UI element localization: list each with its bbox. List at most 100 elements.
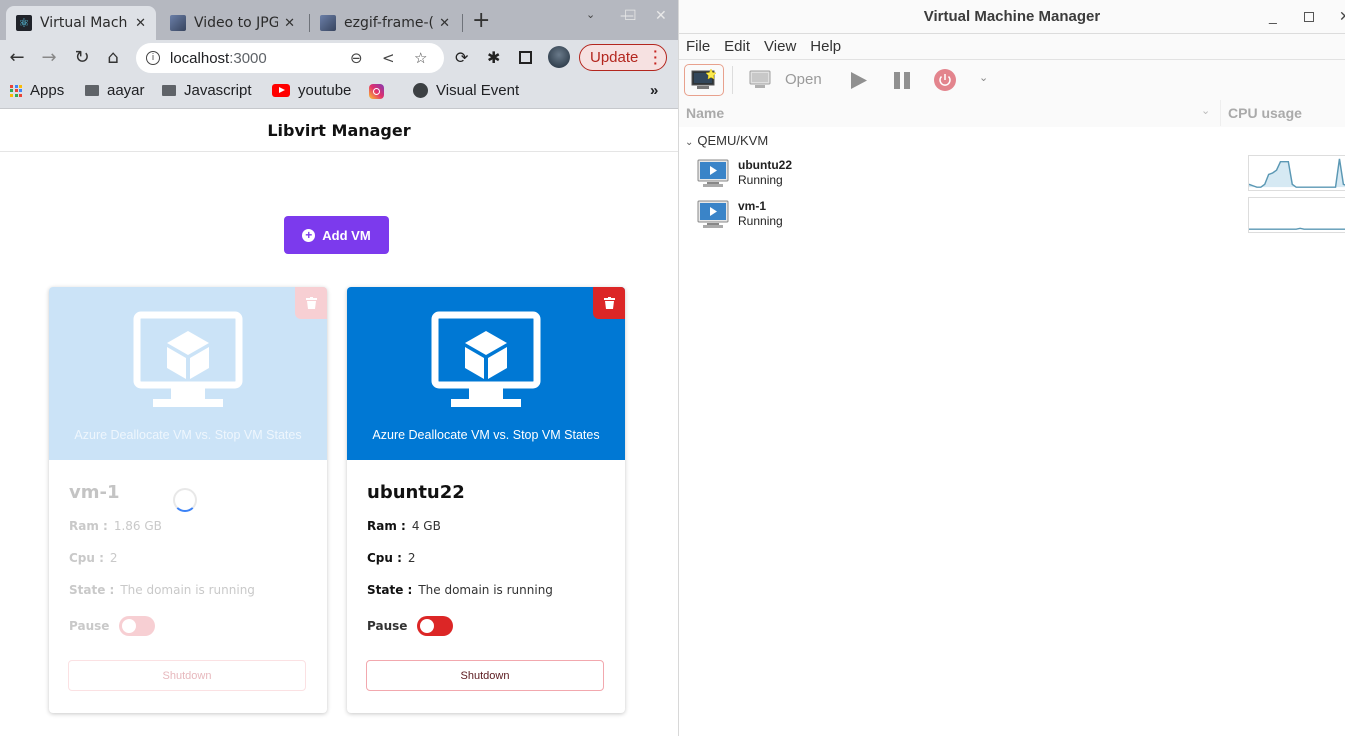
tab-video-to-jpg[interactable]: Video to JPG ✕ — [160, 6, 305, 40]
column-cpu-usage[interactable]: CPU usage — [1228, 105, 1302, 121]
sort-chevron-icon[interactable]: ⌄ — [1201, 104, 1210, 117]
page-title: Libvirt Manager — [0, 110, 678, 152]
tab-search-icon[interactable]: ⌄ — [586, 8, 595, 21]
menu-view[interactable]: View — [764, 38, 796, 55]
vm-card: Azure Deallocate VM vs. Stop VM States u… — [347, 287, 625, 713]
new-vm-button[interactable] — [684, 64, 724, 96]
connection-qemu-kvm[interactable]: ⌄ QEMU/KVM — [685, 133, 768, 148]
vm-name: ubuntu22 — [367, 482, 465, 503]
delete-vm-button[interactable] — [593, 287, 625, 319]
close-window-icon[interactable]: ✕ — [655, 8, 667, 24]
bookmark-instagram[interactable] — [369, 84, 384, 99]
add-vm-button[interactable]: + Add VM — [284, 216, 389, 254]
open-console-monitor-icon[interactable] — [749, 70, 771, 90]
maximize-icon[interactable] — [1304, 12, 1314, 22]
maximize-icon[interactable]: ☐ — [624, 8, 637, 24]
update-button[interactable]: Update · · · — [579, 44, 667, 71]
bookmark-label: Javascript — [184, 82, 252, 99]
bookmark-aayar[interactable]: aayar — [85, 82, 145, 99]
pause-row: Pause — [69, 615, 307, 637]
pause-label: Pause — [69, 619, 110, 633]
vm-status: Running — [738, 214, 783, 228]
shutdown-power-icon[interactable] — [934, 69, 956, 91]
vmm-titlebar: Virtual Machine Manager _ ✕ — [679, 0, 1345, 34]
run-play-icon[interactable] — [851, 72, 867, 89]
column-name[interactable]: Name — [686, 105, 724, 121]
vm-list-item[interactable]: vm-1 Running — [697, 197, 1345, 238]
bookmark-apps[interactable]: Apps — [10, 82, 64, 99]
menu-help[interactable]: Help — [810, 38, 841, 55]
bookmark-label: Visual Event — [436, 82, 520, 99]
vm-card-image: Azure Deallocate VM vs. Stop VM States — [347, 287, 625, 460]
cpu-graph-area — [1249, 158, 1345, 188]
reload-icon[interactable]: ↻ — [71, 47, 93, 68]
zoom-icon[interactable]: ⊖ — [350, 49, 363, 67]
address-bar[interactable]: i localhost:3000 ⊖ < ☆ — [136, 43, 444, 73]
state-label: State : — [69, 583, 115, 597]
site-info-icon[interactable]: i — [146, 51, 160, 65]
ram-row: Ram : 1.86 GB — [69, 519, 307, 534]
trash-icon — [603, 297, 615, 309]
running-vm-monitor-icon — [697, 159, 729, 187]
menu-kebab-icon[interactable]: · · · — [653, 44, 658, 70]
pause-toggle[interactable] — [417, 616, 454, 636]
bookmarks-bar: Apps aayar Javascript youtube Visual Eve… — [0, 75, 678, 109]
vmm-window: Virtual Machine Manager _ ✕ File Edit Vi… — [678, 0, 1345, 736]
forward-icon[interactable]: → — [38, 47, 60, 68]
minimize-icon[interactable]: _ — [1269, 8, 1277, 24]
share-icon[interactable]: < — [382, 49, 395, 67]
extensions-puzzle-icon[interactable]: ✱ — [487, 48, 500, 67]
delete-vm-button[interactable] — [295, 287, 327, 319]
new-tab-button[interactable]: + — [472, 8, 490, 33]
close-tab-icon[interactable]: ✕ — [439, 16, 450, 31]
image-caption: Azure Deallocate VM vs. Stop VM States — [74, 428, 302, 442]
menu-file[interactable]: File — [686, 38, 710, 55]
tab-ezgif-frame[interactable]: ezgif-frame-( ✕ — [310, 6, 460, 40]
bookmark-youtube[interactable]: youtube — [272, 82, 351, 99]
browser-window: ⚛ Virtual Mach ✕ Video to JPG ✕ ezgif-fr… — [0, 0, 678, 736]
pause-toggle[interactable] — [119, 616, 156, 636]
bookmark-javascript[interactable]: Javascript — [162, 82, 252, 99]
vm-card-body: ubuntu22 Ram : 4 GB Cpu : 2 State : The dom… — [347, 460, 625, 637]
profile-avatar[interactable] — [548, 46, 570, 68]
globe-icon — [413, 83, 428, 98]
browser-toolbar: ← → ↻ ⌂ i localhost:3000 ⊖ < ☆ ⟳ ✱ Updat… — [0, 40, 678, 75]
back-icon[interactable]: ← — [6, 47, 28, 68]
pause-row: Pause — [367, 615, 605, 637]
monitor-cube-icon — [431, 311, 541, 407]
vm-list-header: Name ⌄ CPU usage — [679, 100, 1345, 126]
bookmark-star-icon[interactable]: ☆ — [414, 49, 427, 67]
vm-card: Azure Deallocate VM vs. Stop VM States v… — [49, 287, 327, 713]
tab-virtual-machine-manager[interactable]: ⚛ Virtual Mach ✕ — [6, 6, 156, 40]
shutdown-menu-chevron-icon[interactable]: ⌄ — [979, 71, 988, 84]
shutdown-button[interactable]: Shutdown — [366, 660, 604, 691]
tab-title: Video to JPG — [194, 15, 279, 31]
react-icon: ⚛ — [16, 15, 32, 31]
pause-icon[interactable] — [894, 72, 910, 89]
monitor-cube-icon — [133, 311, 243, 407]
state-row: State : The domain is running — [69, 583, 307, 598]
cpu-value: 2 — [407, 551, 416, 565]
expand-chevron-icon[interactable]: ⌄ — [685, 137, 693, 148]
side-panel-icon[interactable] — [519, 51, 532, 64]
state-value: The domain is running — [120, 583, 255, 597]
web-page: Libvirt Manager + Add VM Azure Deallocat… — [0, 110, 678, 736]
vm-list-item[interactable]: ubuntu22 Running — [697, 155, 1345, 197]
sync-extension-icon[interactable]: ⟳ — [455, 48, 468, 67]
close-window-icon[interactable]: ✕ — [1339, 8, 1345, 25]
close-tab-icon[interactable]: ✕ — [284, 16, 295, 31]
cpu-graph-line — [1249, 158, 1345, 188]
bookmark-visual-event[interactable]: Visual Event — [413, 82, 519, 99]
home-icon[interactable]: ⌂ — [102, 47, 124, 68]
cpu-row: Cpu : 2 — [367, 551, 605, 566]
update-label: Update — [590, 49, 639, 66]
more-bookmarks-button[interactable]: » — [650, 82, 658, 99]
shutdown-button[interactable]: Shutdown — [68, 660, 306, 691]
ram-value: 4 GB — [411, 519, 441, 533]
cpu-graph-line — [1249, 227, 1345, 230]
open-button[interactable]: Open — [785, 71, 822, 88]
menu-edit[interactable]: Edit — [724, 38, 750, 55]
close-tab-icon[interactable]: ✕ — [135, 16, 146, 31]
cpu-label: Cpu : — [367, 551, 402, 565]
running-vm-monitor-icon — [697, 200, 729, 228]
